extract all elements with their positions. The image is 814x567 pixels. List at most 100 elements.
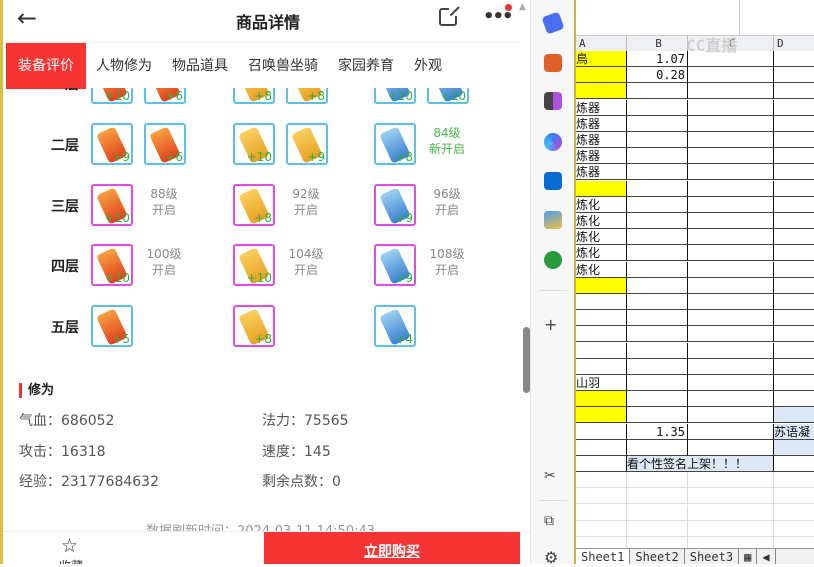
- cell-b[interactable]: [627, 342, 688, 359]
- cell-d[interactable]: [774, 439, 814, 456]
- star-icon[interactable]: ☆: [61, 535, 78, 557]
- cell-b[interactable]: [627, 488, 688, 505]
- cell-c[interactable]: [688, 67, 774, 84]
- cell-b[interactable]: [627, 358, 688, 375]
- cell-a[interactable]: [576, 358, 627, 375]
- cell-a[interactable]: 山羽: [576, 375, 627, 391]
- tab-equipment-rating[interactable]: 装备评价: [6, 42, 86, 89]
- cell-b[interactable]: [627, 99, 688, 116]
- equipment-slot[interactable]: +8: [233, 88, 275, 104]
- cell-d[interactable]: [774, 51, 814, 67]
- cell-b[interactable]: [627, 213, 688, 229]
- cell-c[interactable]: [688, 164, 774, 181]
- copilot-icon[interactable]: [544, 133, 562, 151]
- cell-c[interactable]: [688, 326, 774, 343]
- cell-d[interactable]: [774, 505, 814, 521]
- cell-b[interactable]: [627, 261, 688, 278]
- cell-d[interactable]: [774, 116, 814, 132]
- equipment-slot[interactable]: +5: [91, 305, 133, 347]
- column-header-a[interactable]: A: [576, 36, 627, 51]
- cell-d[interactable]: [774, 294, 814, 310]
- cell-d[interactable]: [774, 262, 814, 278]
- tab-pets-mounts[interactable]: 召唤兽坐骑: [238, 43, 328, 89]
- cell-a[interactable]: [576, 326, 627, 343]
- tab-items[interactable]: 物品道具: [162, 43, 238, 89]
- screenshot-icon[interactable]: ✂: [544, 468, 556, 484]
- cell-a[interactable]: 炼器: [576, 148, 627, 165]
- cell-b[interactable]: [627, 310, 688, 327]
- share-icon[interactable]: [439, 6, 460, 26]
- equipment-slot[interactable]: +9: [374, 244, 416, 286]
- cell-b[interactable]: 看个性签名上架！！！: [627, 456, 774, 472]
- cell-d[interactable]: [774, 229, 814, 246]
- equipment-slot[interactable]: +10: [427, 88, 469, 104]
- equipment-slot[interactable]: +6: [144, 123, 186, 165]
- cell-a[interactable]: 炼器: [576, 164, 627, 181]
- cell-b[interactable]: [627, 245, 688, 262]
- equipment-slot[interactable]: +9: [286, 123, 328, 165]
- cell-d[interactable]: [774, 359, 814, 375]
- cell-d[interactable]: [774, 407, 814, 424]
- cell-d[interactable]: [774, 148, 814, 165]
- cell-b[interactable]: [627, 294, 688, 310]
- cell-a[interactable]: [576, 423, 627, 440]
- cell-a[interactable]: [576, 277, 627, 294]
- cell-b[interactable]: [627, 277, 688, 294]
- cell-a[interactable]: 炼化: [576, 213, 627, 229]
- cell-b[interactable]: [627, 439, 688, 456]
- cell-b[interactable]: [627, 375, 688, 391]
- sheet-tab-1[interactable]: Sheet1: [576, 549, 631, 564]
- settings-icon[interactable]: ⚙: [544, 548, 558, 567]
- column-header-d[interactable]: D: [774, 36, 814, 51]
- cell-c[interactable]: [688, 261, 774, 278]
- cell-b[interactable]: [627, 229, 688, 246]
- cell-c[interactable]: [688, 180, 774, 197]
- cell-c[interactable]: [688, 99, 774, 116]
- outlook-icon[interactable]: [544, 172, 562, 190]
- cell-d[interactable]: [774, 197, 814, 213]
- cell-a[interactable]: 炼器: [576, 132, 627, 148]
- equipment-slot[interactable]: +10: [91, 244, 133, 286]
- cell-c[interactable]: [688, 83, 774, 100]
- cell-a[interactable]: [576, 67, 627, 84]
- toolbox-icon[interactable]: [544, 54, 562, 72]
- cell-d[interactable]: [774, 67, 814, 84]
- equipment-slot[interactable]: +10: [233, 244, 275, 286]
- cell-d[interactable]: [774, 326, 814, 343]
- cell-a[interactable]: [576, 472, 627, 489]
- cell-b[interactable]: [627, 326, 688, 343]
- cell-b[interactable]: [627, 132, 688, 148]
- cell-a[interactable]: 炼化: [576, 196, 627, 213]
- cell-d[interactable]: [774, 456, 814, 472]
- cell-c[interactable]: [688, 277, 774, 294]
- tab-appearance[interactable]: 外观: [404, 43, 452, 89]
- shopping-tag-icon[interactable]: [541, 11, 565, 35]
- cell-b[interactable]: [627, 391, 688, 408]
- send-icon[interactable]: [544, 211, 562, 229]
- cell-c[interactable]: [688, 213, 774, 229]
- cell-b[interactable]: [627, 472, 688, 489]
- cell-a[interactable]: [576, 488, 627, 505]
- equipment-slot[interactable]: +9: [91, 123, 133, 165]
- cell-d[interactable]: 苏语凝: [774, 423, 814, 440]
- sheet-tab-2[interactable]: Sheet2: [630, 549, 685, 564]
- cell-c[interactable]: [688, 310, 774, 327]
- cell-b[interactable]: [627, 164, 688, 181]
- cell-d[interactable]: [774, 343, 814, 359]
- cell-d[interactable]: [774, 391, 814, 408]
- cell-a[interactable]: [576, 294, 627, 310]
- equipment-slot[interactable]: +8: [286, 88, 328, 104]
- cell-b[interactable]: [627, 83, 688, 100]
- cell-c[interactable]: [688, 472, 774, 489]
- cell-a[interactable]: [576, 504, 627, 521]
- cell-d[interactable]: [774, 521, 814, 537]
- cell-a[interactable]: [576, 456, 627, 472]
- equipment-slot[interactable]: +4: [374, 305, 416, 347]
- tab-character-cultivation[interactable]: 人物修为: [86, 43, 162, 89]
- equipment-slot[interactable]: +8: [233, 184, 275, 226]
- cell-d[interactable]: [774, 132, 814, 148]
- cell-b[interactable]: [627, 148, 688, 165]
- scroll-left-icon[interactable]: ◀: [757, 549, 776, 564]
- cell-d[interactable]: [774, 278, 814, 294]
- cell-b[interactable]: 0.28: [627, 67, 688, 84]
